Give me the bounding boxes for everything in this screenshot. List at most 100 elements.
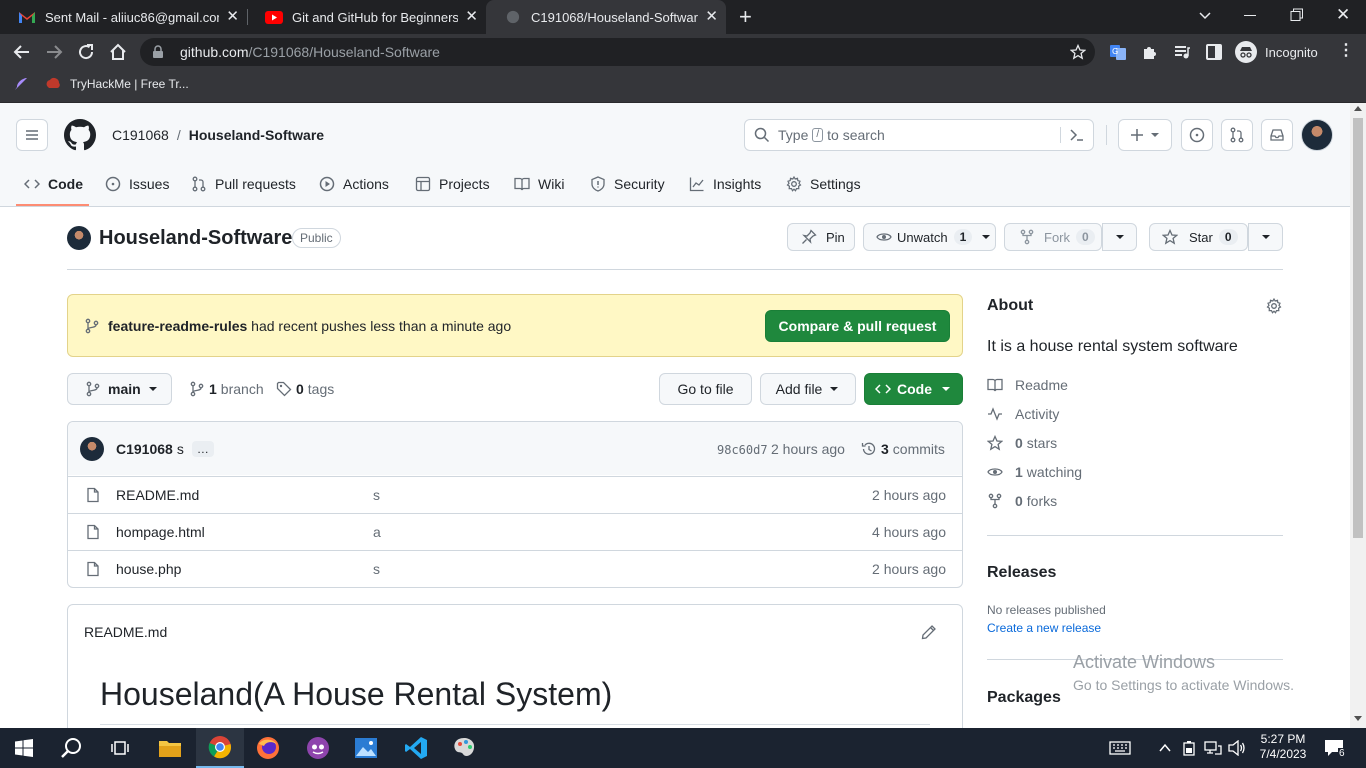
commit-message[interactable]: s	[177, 441, 184, 457]
tab-youtube[interactable]: Git and GitHub for Beginners - Cr ✕	[247, 0, 486, 34]
close-window-button[interactable]: ✕	[1336, 5, 1350, 25]
issues-button[interactable]	[1181, 119, 1213, 151]
code-button[interactable]: Code	[864, 373, 963, 405]
branches-link[interactable]: 1 branch	[189, 381, 264, 397]
pin-button[interactable]: Pin	[787, 223, 855, 251]
about-readme[interactable]: Readme	[987, 377, 1068, 393]
releases-title[interactable]: Releases	[987, 564, 1056, 582]
firefox-icon[interactable]	[244, 728, 292, 768]
github-logo-icon[interactable]	[64, 119, 96, 151]
file-commit-message[interactable]: s	[373, 561, 380, 577]
photos-icon[interactable]	[342, 728, 390, 768]
unwatch-button[interactable]: Unwatch 1	[863, 223, 996, 251]
clock[interactable]: 5:27 PM 7/4/2023	[1256, 732, 1310, 762]
volume-icon[interactable]	[1228, 740, 1246, 756]
gear-icon[interactable]	[1266, 298, 1282, 314]
tab-issues[interactable]: Issues	[105, 174, 169, 194]
table-row[interactable]: house.php s 2 hours ago	[68, 550, 962, 587]
fork-button[interactable]: Fork 0	[1004, 223, 1102, 251]
commit-sha[interactable]: 98c60d7	[717, 443, 768, 457]
about-forks[interactable]: 0 forks	[987, 493, 1057, 509]
side-panel-icon[interactable]	[1205, 43, 1223, 61]
tab-wiki[interactable]: Wiki	[514, 174, 564, 194]
bookmark-tryhackme[interactable]: TryHackMe | Free Tr...	[45, 76, 189, 92]
hamburger-menu-button[interactable]	[16, 119, 48, 151]
paint-icon[interactable]	[440, 728, 488, 768]
banner-branch[interactable]: feature-readme-rules	[108, 318, 247, 334]
star-button[interactable]: Star 0	[1149, 223, 1248, 251]
media-icon[interactable]	[1173, 43, 1191, 61]
inbox-button[interactable]	[1261, 119, 1293, 151]
owner-link[interactable]: C191068	[112, 127, 169, 143]
file-name[interactable]: house.php	[116, 561, 181, 577]
forward-button[interactable]	[45, 43, 63, 61]
scrollbar-thumb[interactable]	[1353, 118, 1363, 538]
tab-security[interactable]: Security	[590, 174, 665, 194]
avatar[interactable]	[1301, 119, 1333, 151]
scroll-down-arrow[interactable]	[1354, 716, 1362, 721]
tab-gmail[interactable]: Sent Mail - aliiuc86@gmail.com - ✕	[0, 0, 247, 34]
table-row[interactable]: hompage.html a 4 hours ago	[68, 513, 962, 550]
tab-pull-requests[interactable]: Pull requests	[191, 174, 296, 194]
file-name[interactable]: README.md	[116, 487, 199, 503]
repo-link[interactable]: Houseland-Software	[189, 127, 324, 143]
restore-button[interactable]	[1290, 8, 1304, 22]
task-view-icon[interactable]	[96, 728, 144, 768]
search-input[interactable]: Type / to search	[744, 119, 1094, 151]
commit-author[interactable]: C191068	[116, 441, 173, 457]
chevron-up-icon[interactable]	[1158, 741, 1172, 755]
pencil-icon[interactable]	[921, 624, 937, 640]
table-row[interactable]: README.md s 2 hours ago	[68, 476, 962, 513]
tab-search-icon[interactable]	[1198, 8, 1212, 22]
back-button[interactable]	[13, 43, 31, 61]
commit-expand-button[interactable]: …	[191, 441, 214, 457]
file-commit-message[interactable]: a	[373, 524, 381, 540]
branch-select-button[interactable]: main	[67, 373, 172, 405]
search-icon[interactable]	[48, 728, 96, 768]
commits-link[interactable]: 3 commits	[861, 441, 945, 457]
close-icon[interactable]: ✕	[226, 9, 239, 25]
tab-projects[interactable]: Projects	[415, 174, 490, 194]
tab-insights[interactable]: Insights	[689, 174, 761, 194]
home-button[interactable]	[109, 43, 127, 61]
close-icon[interactable]: ✕	[465, 9, 478, 25]
extensions-icon[interactable]	[1141, 43, 1159, 61]
network-icon[interactable]	[1204, 740, 1222, 756]
compare-pull-request-button[interactable]: Compare & pull request	[765, 310, 950, 342]
repo-title[interactable]: Houseland-Software	[99, 227, 292, 250]
about-activity[interactable]: Activity	[987, 406, 1059, 422]
pull-requests-button[interactable]	[1221, 119, 1253, 151]
file-name[interactable]: hompage.html	[116, 524, 205, 540]
about-stars[interactable]: 0 stars	[987, 435, 1057, 451]
file-commit-message[interactable]: s	[373, 487, 380, 503]
tags-link[interactable]: 0 tags	[276, 381, 334, 397]
translate-icon[interactable]: G	[1109, 43, 1127, 61]
address-bar[interactable]: github.com/C191068/Houseland-Software	[140, 38, 1095, 66]
tab-github[interactable]: C191068/Houseland-Software: It ✕	[486, 0, 726, 34]
battery-icon[interactable]	[1182, 740, 1196, 756]
windows-start-icon[interactable]	[0, 728, 48, 768]
file-explorer-icon[interactable]	[146, 728, 194, 768]
command-palette-icon[interactable]	[1060, 127, 1085, 143]
create-release-link[interactable]: Create a new release	[987, 621, 1101, 635]
star-dropdown[interactable]	[1248, 223, 1283, 251]
vscode-icon[interactable]	[392, 728, 440, 768]
scroll-up-arrow[interactable]	[1354, 106, 1362, 111]
chrome-icon[interactable]	[196, 728, 244, 768]
site-info-icon[interactable]	[152, 45, 164, 59]
about-watching[interactable]: 1 watching	[987, 464, 1082, 480]
create-new-button[interactable]	[1118, 119, 1172, 151]
menu-kebab-icon[interactable]: ⋮	[1338, 43, 1354, 59]
reload-button[interactable]	[77, 43, 95, 61]
minimize-button[interactable]	[1244, 15, 1256, 16]
fork-dropdown[interactable]	[1102, 223, 1137, 251]
bookmark-star-icon[interactable]	[1070, 44, 1086, 60]
go-to-file-button[interactable]: Go to file	[659, 373, 752, 405]
keyboard-icon[interactable]	[1096, 728, 1144, 768]
packages-title[interactable]: Packages	[987, 689, 1061, 707]
tab-settings[interactable]: Settings	[786, 174, 861, 194]
new-tab-button[interactable]: +	[739, 6, 752, 28]
incognito-profile[interactable]: Incognito	[1235, 41, 1318, 63]
tab-actions[interactable]: Actions	[319, 174, 389, 194]
game-app-icon[interactable]	[294, 728, 342, 768]
